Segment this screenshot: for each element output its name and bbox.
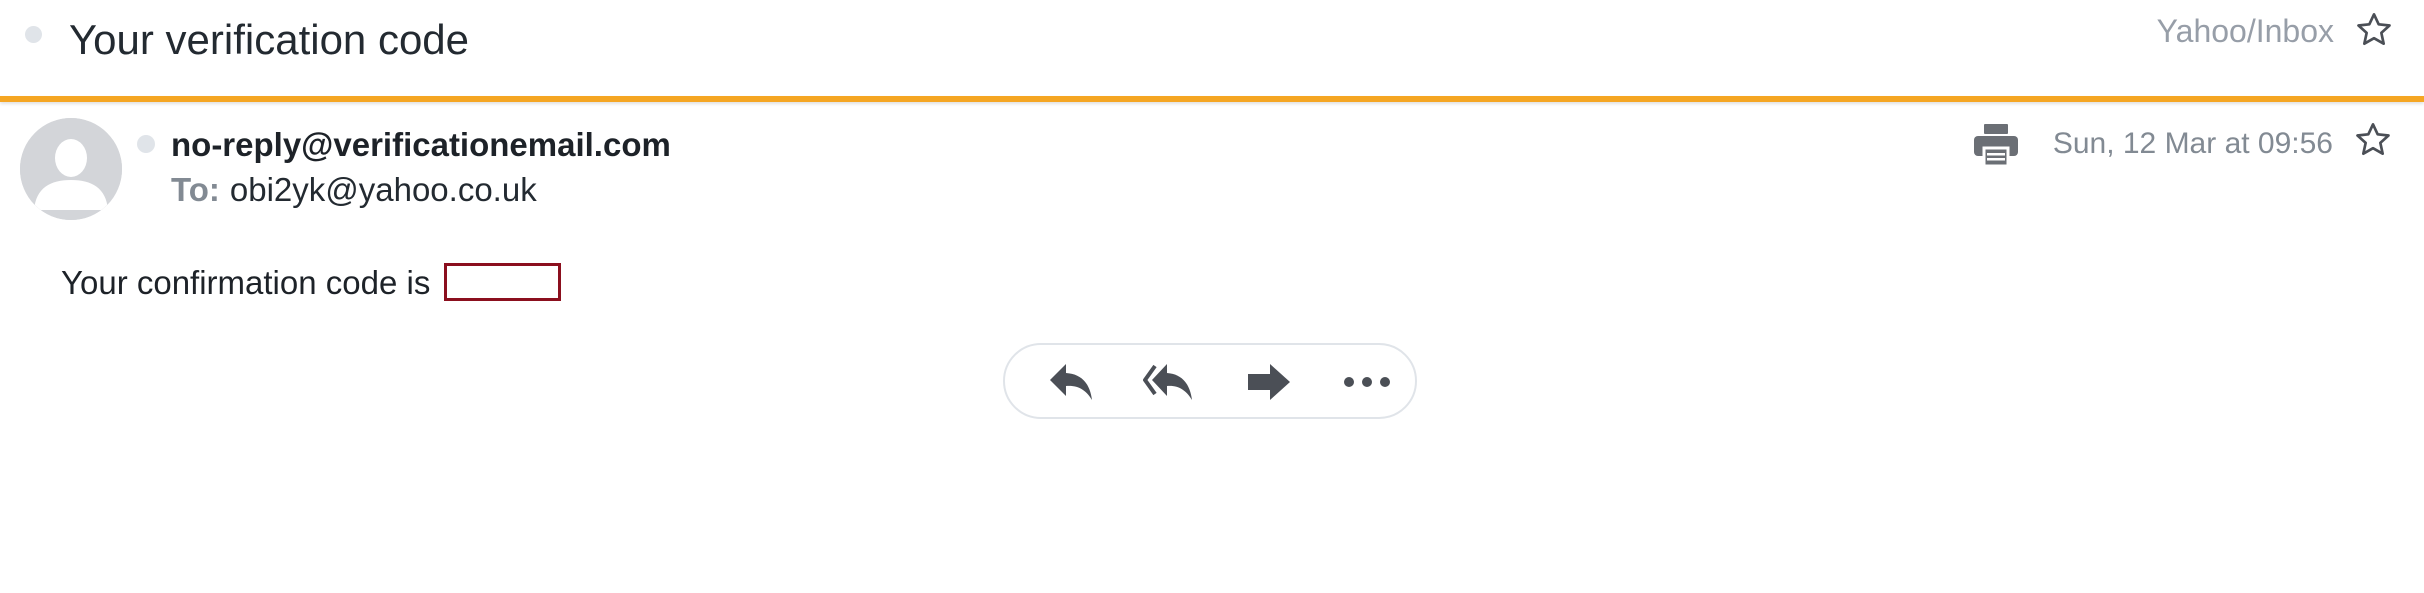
reply-icon bbox=[1048, 362, 1094, 402]
email-view: Your verification code Yahoo/Inbox no-re… bbox=[0, 0, 2424, 593]
to-label: To: bbox=[171, 171, 220, 208]
folder-breadcrumb[interactable]: Yahoo/Inbox bbox=[2157, 11, 2334, 51]
subject-header: Your verification code Yahoo/Inbox bbox=[0, 0, 2424, 96]
message-body: Your confirmation code is bbox=[61, 262, 561, 304]
recipient-line: To: obi2yk@yahoo.co.uk bbox=[171, 170, 537, 210]
read-status-dot-icon[interactable] bbox=[137, 135, 155, 153]
message-date: Sun, 12 Mar at 09:56 bbox=[2052, 127, 2333, 160]
sender-address[interactable]: no-reply@verificationemail.com bbox=[171, 125, 671, 165]
confirmation-text: Your confirmation code is bbox=[61, 264, 431, 301]
more-actions-button[interactable] bbox=[1337, 355, 1397, 409]
unread-dot-icon[interactable] bbox=[25, 26, 42, 43]
sender-avatar-icon bbox=[20, 118, 122, 220]
recipient-address[interactable]: obi2yk@yahoo.co.uk bbox=[230, 171, 537, 208]
redacted-code-box bbox=[443, 263, 561, 302]
message-action-toolbar bbox=[1003, 343, 1417, 419]
star-icon[interactable] bbox=[2354, 10, 2394, 50]
header-accent-divider bbox=[0, 96, 2424, 102]
printer-icon[interactable] bbox=[1974, 124, 2018, 166]
email-subject: Your verification code bbox=[69, 16, 470, 63]
reply-all-button[interactable] bbox=[1138, 355, 1198, 409]
reply-all-icon bbox=[1142, 362, 1194, 402]
reply-button[interactable] bbox=[1041, 355, 1101, 409]
star-icon[interactable] bbox=[2353, 120, 2393, 160]
more-dots-icon bbox=[1343, 376, 1391, 388]
forward-icon bbox=[1246, 362, 1292, 402]
forward-button[interactable] bbox=[1239, 355, 1299, 409]
